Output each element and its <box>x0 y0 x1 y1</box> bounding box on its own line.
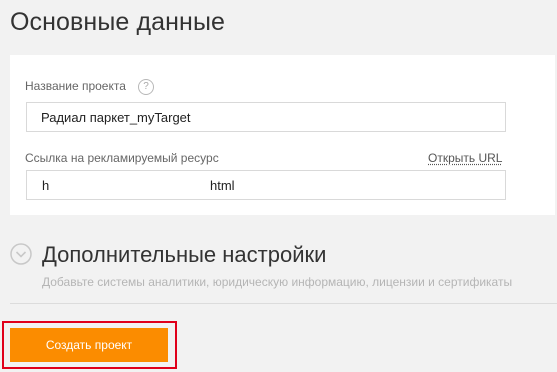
basic-data-card: Название проекта ? Радиал паркет_myTarge… <box>10 55 555 215</box>
advanced-settings-toggle[interactable]: Дополнительные настройки <box>42 242 326 268</box>
page-title: Основные данные <box>10 8 226 36</box>
project-name-input[interactable]: Радиал паркет_myTarget <box>26 102 506 132</box>
help-icon[interactable]: ? <box>138 79 154 95</box>
url-value-start: h <box>42 178 50 193</box>
create-project-button[interactable]: Создать проект <box>10 328 168 362</box>
divider <box>10 303 557 304</box>
url-label: Ссылка на рекламируемый ресурс <box>25 151 219 165</box>
url-value-end: html <box>210 178 235 193</box>
project-name-label: Название проекта <box>25 79 126 93</box>
url-input[interactable]: h html <box>26 170 506 200</box>
open-url-link[interactable]: Открыть URL <box>428 151 502 165</box>
advanced-settings-description: Добавьте системы аналитики, юридическую … <box>42 275 513 289</box>
chevron-down-icon[interactable] <box>10 243 32 265</box>
